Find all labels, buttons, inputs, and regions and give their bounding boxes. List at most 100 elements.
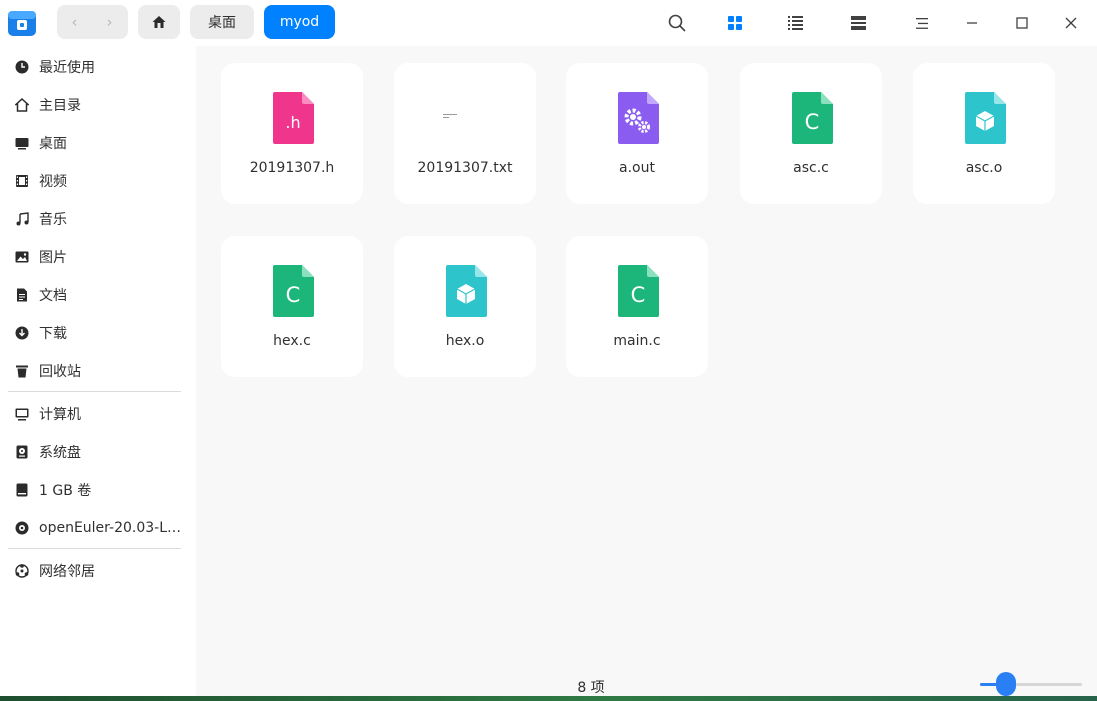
svg-text:C: C <box>805 110 820 134</box>
file-tile[interactable]: asc.o <box>913 63 1055 204</box>
optical-disc-icon <box>15 521 29 535</box>
network-icon <box>15 564 29 578</box>
item-count: 8 项 <box>577 680 605 696</box>
sidebar-item-label: openEuler-20.03-L… <box>39 520 182 536</box>
sidebar-item-system-disk[interactable]: 系统盘 <box>0 434 196 470</box>
maximize-button[interactable] <box>1007 8 1037 38</box>
file-tile[interactable]: hex.o <box>394 236 536 377</box>
maximize-icon <box>1016 17 1028 29</box>
file-name: a.out <box>619 160 655 176</box>
menu-icon <box>916 17 928 29</box>
sidebar-item-label: 音乐 <box>39 212 67 228</box>
file-tile[interactable]: a.out <box>566 63 708 204</box>
file-tile[interactable]: 20191307.txt <box>394 63 536 204</box>
sidebar-item-home[interactable]: 主目录 <box>0 87 196 123</box>
sidebar-item-desktop[interactable]: 桌面 <box>0 125 196 161</box>
music-icon <box>15 212 29 226</box>
sidebar-item-documents[interactable]: 文档 <box>0 277 196 313</box>
file-name: main.c <box>613 333 661 349</box>
icon-view-button[interactable] <box>720 8 750 38</box>
c-source-file-icon: C <box>792 92 833 144</box>
sidebar-item-computer[interactable]: 计算机 <box>0 396 196 432</box>
forward-button[interactable]: › <box>92 5 127 39</box>
sidebar-divider <box>8 391 181 392</box>
minimize-button[interactable] <box>957 8 987 38</box>
sidebar-item-music[interactable]: 音乐 <box>0 201 196 237</box>
grid-view-icon <box>728 16 742 30</box>
detail-view-icon <box>850 16 866 30</box>
file-tile[interactable]: C main.c <box>566 236 708 377</box>
minimize-icon <box>967 22 977 24</box>
svg-text:C: C <box>631 283 646 307</box>
file-name: 20191307.txt <box>417 160 513 176</box>
back-button[interactable]: ‹ <box>57 5 92 39</box>
object-file-icon <box>965 92 1006 144</box>
desktop-icon <box>15 136 29 150</box>
history-navigation: ‹ › <box>57 5 128 39</box>
icon-size-slider-handle[interactable] <box>996 672 1016 696</box>
search-icon <box>668 14 686 32</box>
file-tile[interactable]: .h 20191307.h <box>221 63 363 204</box>
file-name: 20191307.h <box>249 160 335 176</box>
sidebar-item-label: 主目录 <box>39 98 81 114</box>
file-name: hex.o <box>445 333 485 349</box>
detail-panel-button[interactable] <box>843 8 873 38</box>
text-file-preview-icon <box>443 92 484 144</box>
sidebar-item-optical-disc[interactable]: openEuler-20.03-L… <box>0 510 196 546</box>
sidebar-item-recent[interactable]: 最近使用 <box>0 49 196 85</box>
drive-icon <box>15 483 29 497</box>
status-bar: 8 项 <box>196 671 1097 697</box>
sidebar-item-label: 下载 <box>39 326 67 342</box>
desktop-background-strip <box>0 696 1097 701</box>
svg-text:C: C <box>286 283 301 307</box>
download-icon <box>15 326 29 340</box>
computer-icon <box>15 407 29 421</box>
close-icon <box>1065 17 1077 29</box>
list-view-button[interactable] <box>780 8 810 38</box>
file-manager-logo-icon <box>7 8 37 38</box>
chevron-left-icon: ‹ <box>71 13 78 31</box>
sidebar-item-label: 网络邻居 <box>39 564 95 580</box>
image-icon <box>15 250 29 264</box>
video-icon <box>15 174 29 188</box>
main-menu-button[interactable] <box>907 8 937 38</box>
sidebar-item-label: 1 GB 卷 <box>39 483 92 499</box>
breadcrumb-desktop[interactable]: 桌面 <box>190 5 254 39</box>
sidebar-divider <box>8 548 181 549</box>
list-view-icon <box>787 16 803 30</box>
search-button[interactable] <box>662 8 692 38</box>
chevron-right-icon: › <box>106 13 113 31</box>
sidebar-item-label: 桌面 <box>39 136 67 152</box>
sidebar-item-trash[interactable]: 回收站 <box>0 353 196 389</box>
title-bar: ‹ › 桌面 myod <box>0 0 1097 46</box>
sidebar: 最近使用 主目录 桌面 视频 音乐 图片 文档 下载 回收站 计算机 系统盘 1… <box>0 46 196 696</box>
home-breadcrumb-button[interactable] <box>138 5 180 39</box>
executable-gear-icon <box>618 92 659 144</box>
system-disk-icon <box>15 445 29 459</box>
sidebar-item-label: 回收站 <box>39 364 81 380</box>
close-button[interactable] <box>1056 8 1086 38</box>
document-icon <box>15 288 29 302</box>
trash-icon <box>15 364 29 378</box>
c-source-file-icon: C <box>273 265 314 317</box>
home-icon <box>152 16 166 28</box>
sidebar-item-volume[interactable]: 1 GB 卷 <box>0 472 196 508</box>
header-file-icon: .h <box>273 92 314 144</box>
file-name: asc.o <box>965 160 1003 176</box>
file-tile[interactable]: C asc.c <box>740 63 882 204</box>
breadcrumb-current-folder[interactable]: myod <box>264 5 335 39</box>
sidebar-item-label: 文档 <box>39 288 67 304</box>
sidebar-item-videos[interactable]: 视频 <box>0 163 196 199</box>
file-name: asc.c <box>793 160 829 176</box>
c-source-file-icon: C <box>618 265 659 317</box>
home-icon <box>15 98 29 112</box>
clock-icon <box>15 60 29 74</box>
file-name: hex.c <box>273 333 311 349</box>
sidebar-item-label: 计算机 <box>39 407 81 423</box>
sidebar-item-label: 图片 <box>39 250 67 266</box>
sidebar-item-pictures[interactable]: 图片 <box>0 239 196 275</box>
sidebar-item-downloads[interactable]: 下载 <box>0 315 196 351</box>
icon-size-slider[interactable] <box>980 672 1082 696</box>
sidebar-item-network[interactable]: 网络邻居 <box>0 553 196 589</box>
file-tile[interactable]: C hex.c <box>221 236 363 377</box>
